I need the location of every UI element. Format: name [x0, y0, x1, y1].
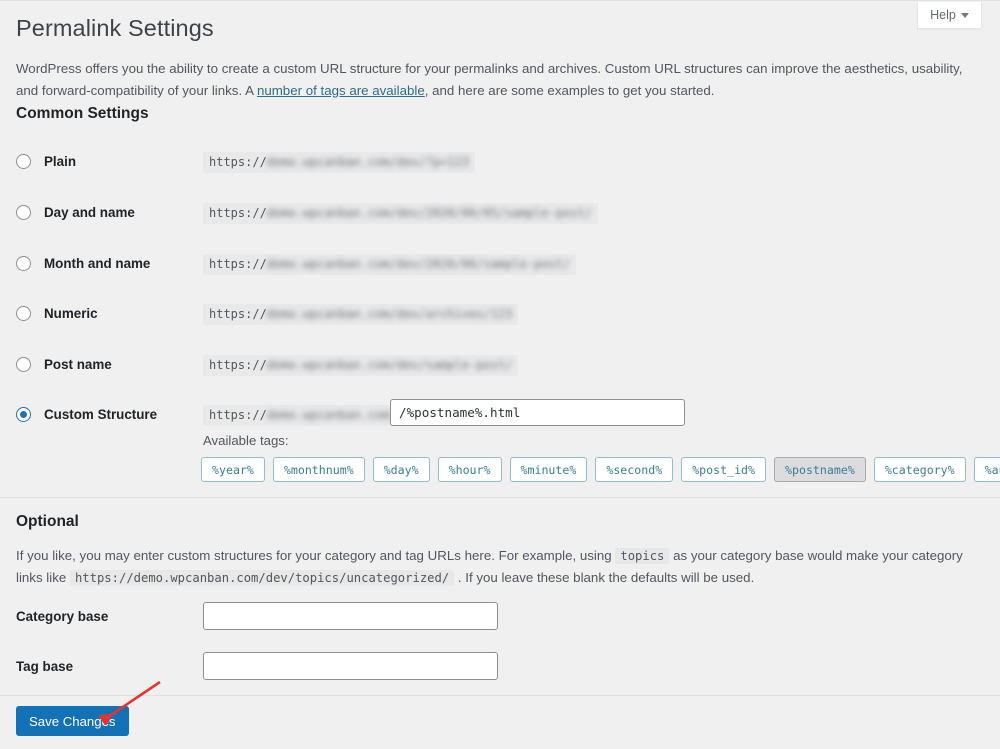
tag-button-hour[interactable]: %hour% [437, 457, 502, 482]
save-changes-button[interactable]: Save Changes [16, 706, 129, 736]
tag-button-monthnum[interactable]: %monthnum% [272, 457, 365, 482]
option-label-month-and-name[interactable]: Month and name [44, 256, 150, 271]
intro-paragraph: WordPress offers you the ability to crea… [16, 58, 988, 101]
example-url-prefix: https:// [209, 358, 267, 372]
tag-button-minute[interactable]: %minute% [509, 457, 588, 482]
custom-structure-input[interactable] [390, 399, 685, 426]
common-settings-heading: Common Settings [16, 105, 149, 122]
radio-plain[interactable] [16, 153, 31, 169]
example-url-post-name: https://demo.wpcanban.com/dev/sample-pos… [203, 355, 519, 377]
chevron-down-icon [960, 12, 969, 18]
radio-month-and-name[interactable] [16, 255, 31, 271]
option-label-post-name[interactable]: Post name [44, 357, 112, 372]
intro-text-2: , and here are some examples to get you … [424, 82, 715, 98]
optional-heading: Optional [16, 513, 79, 530]
radio-post-name[interactable] [16, 356, 31, 372]
example-url-day-and-name: https://demo.wpcanban.com/dev/2020/06/05… [203, 203, 598, 225]
example-url-rest: demo.wpcanban.com/dev/2020/06/sample-pos… [266, 257, 571, 271]
tag-base-input[interactable] [203, 652, 498, 680]
example-url-prefix: https:// [209, 307, 267, 321]
option-label-custom-structure[interactable]: Custom Structure [44, 407, 157, 422]
optional-description: If you like, you may enter custom struct… [16, 545, 976, 589]
example-url-rest: demo.wpcanban.com/dev/sample-post/ [266, 358, 513, 372]
example-url-month-and-name: https://demo.wpcanban.com/dev/2020/06/sa… [203, 254, 577, 276]
option-label-plain[interactable]: Plain [44, 154, 76, 169]
category-base-row: Category base [16, 602, 976, 630]
tag-base-row: Tag base [16, 652, 976, 680]
example-url-prefix: https:// [209, 408, 267, 422]
optional-code-topics: topics [615, 548, 670, 564]
available-tags-row: %year% %monthnum% %day% %hour% %minute% … [201, 457, 1000, 482]
available-tags-label: Available tags: [203, 433, 289, 448]
section-divider [0, 497, 1000, 498]
optional-code-example-url: https://demo.wpcanban.com/dev/topics/unc… [69, 569, 455, 586]
example-url-prefix: https:// [209, 155, 267, 169]
tag-button-post-id[interactable]: %post_id% [681, 457, 767, 482]
tag-button-year[interactable]: %year% [201, 457, 265, 482]
optional-text-3: . If you leave these blank the defaults … [454, 569, 755, 585]
option-row-plain[interactable]: Plain [16, 149, 976, 173]
radio-custom-structure[interactable] [16, 406, 31, 422]
help-tab-label: Help [930, 8, 956, 22]
tag-button-postname[interactable]: %postname% [774, 457, 866, 482]
tag-base-label: Tag base [16, 658, 74, 674]
example-url-rest: demo.wpcanban.com/dev/?p=123 [266, 155, 470, 169]
example-url-prefix: https:// [209, 257, 267, 271]
example-url-prefix: https:// [209, 206, 267, 220]
tag-button-author[interactable]: %author% [973, 457, 1000, 482]
help-tab-button[interactable]: Help [917, 2, 982, 29]
category-base-input[interactable] [203, 602, 498, 630]
radio-numeric[interactable] [16, 305, 31, 321]
example-url-numeric: https://demo.wpcanban.com/dev/archives/1… [203, 304, 519, 326]
radio-day-and-name[interactable] [16, 204, 31, 220]
tag-button-day[interactable]: %day% [372, 457, 430, 482]
example-url-plain: https://demo.wpcanban.com/dev/?p=123 [203, 152, 476, 174]
category-base-label: Category base [16, 608, 109, 624]
example-url-rest: demo.wpcanban.com/dev/archives/123 [266, 307, 513, 321]
option-label-day-and-name[interactable]: Day and name [44, 205, 135, 220]
tag-button-category[interactable]: %category% [873, 457, 966, 482]
option-label-numeric[interactable]: Numeric [44, 306, 98, 321]
tag-button-second[interactable]: %second% [595, 457, 674, 482]
footer-divider [0, 695, 1000, 696]
example-url-rest: demo.wpcanban.com/dev/2020/06/05/sample-… [266, 206, 592, 220]
available-tags-link[interactable]: number of tags are available [257, 83, 425, 98]
page-title: Permalink Settings [16, 15, 214, 41]
optional-text-1: If you like, you may enter custom struct… [16, 548, 616, 563]
permalink-settings-page: Help Permalink Settings WordPress offers… [0, 0, 1000, 749]
